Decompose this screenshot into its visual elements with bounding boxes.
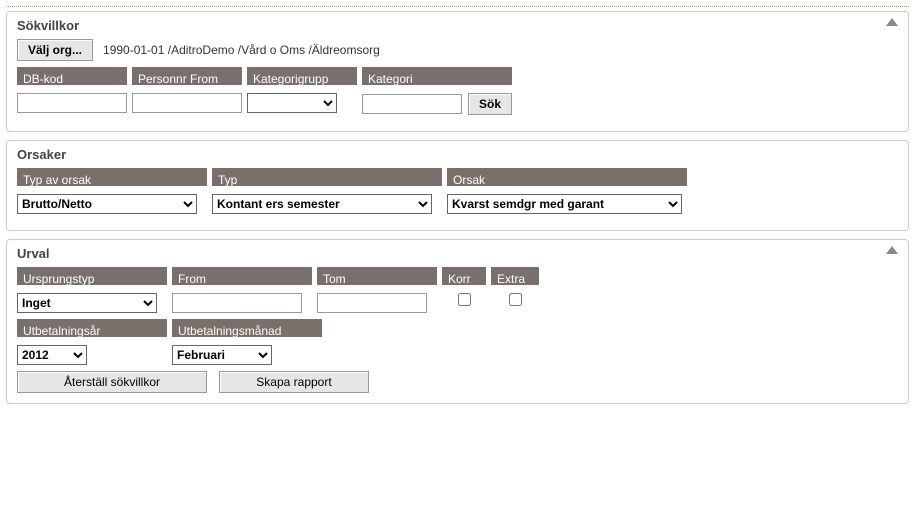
typ-header: Typ (212, 168, 442, 186)
tom-header: Tom (317, 267, 437, 285)
kategori-input[interactable] (362, 94, 462, 114)
typ-av-orsak-select[interactable]: Brutto/Netto (17, 194, 197, 214)
collapse-arrow-icon[interactable] (886, 18, 898, 26)
dbkod-input[interactable] (17, 93, 127, 113)
aterstall-button[interactable]: Återställ sökvillkor (17, 371, 207, 393)
utbetalningsmanad-select[interactable]: Februari (172, 345, 272, 365)
orsak-header: Orsak (447, 168, 687, 186)
collapse-arrow-icon[interactable] (886, 246, 898, 254)
panel-orsaker: Orsaker Typ av orsak Brutto/Netto Typ Ko… (6, 140, 909, 231)
panel-title-orsaker: Orsaker (17, 147, 898, 162)
orsak-select[interactable]: Kvarst semdgr med garant (447, 194, 682, 214)
panel-sokvillkor: Sökvillkor Välj org... 1990-01-01 /Aditr… (6, 11, 909, 132)
panel-title-sokvillkor: Sökvillkor (17, 18, 898, 33)
from-header: From (172, 267, 312, 285)
typ-select[interactable]: Kontant ers semester (212, 194, 432, 214)
typ-av-orsak-header: Typ av orsak (17, 168, 207, 186)
kategorigrupp-select[interactable] (247, 93, 337, 113)
personnr-header: Personnr From (132, 67, 242, 85)
from-input[interactable] (172, 293, 302, 313)
valj-org-button[interactable]: Välj org... (17, 39, 93, 61)
ursprungstyp-header: Ursprungstyp (17, 267, 167, 285)
extra-header: Extra (491, 267, 539, 285)
korr-checkbox[interactable] (458, 293, 471, 306)
dbkod-header: DB-kod (17, 67, 127, 85)
ursprungstyp-select[interactable]: Inget (17, 293, 157, 313)
sok-button[interactable]: Sök (468, 93, 512, 115)
extra-checkbox[interactable] (509, 293, 522, 306)
panel-urval: Urval Ursprungstyp Inget From Tom Korr E… (6, 239, 909, 404)
top-divider (6, 6, 909, 7)
utbetalningsar-select[interactable]: 2012 (17, 345, 87, 365)
utbetalningsar-header: Utbetalningsår (17, 319, 167, 337)
utbetalningsmanad-header: Utbetalningsmånad (172, 319, 322, 337)
org-path-text: 1990-01-01 /AditroDemo /Vård o Oms /Äldr… (103, 43, 380, 57)
panel-title-urval: Urval (17, 246, 898, 261)
kategori-header: Kategori (362, 67, 512, 85)
korr-header: Korr (442, 267, 486, 285)
personnr-input[interactable] (132, 93, 242, 113)
skapa-rapport-button[interactable]: Skapa rapport (219, 371, 369, 393)
tom-input[interactable] (317, 293, 427, 313)
kategorigrupp-header: Kategorigrupp (247, 67, 357, 85)
